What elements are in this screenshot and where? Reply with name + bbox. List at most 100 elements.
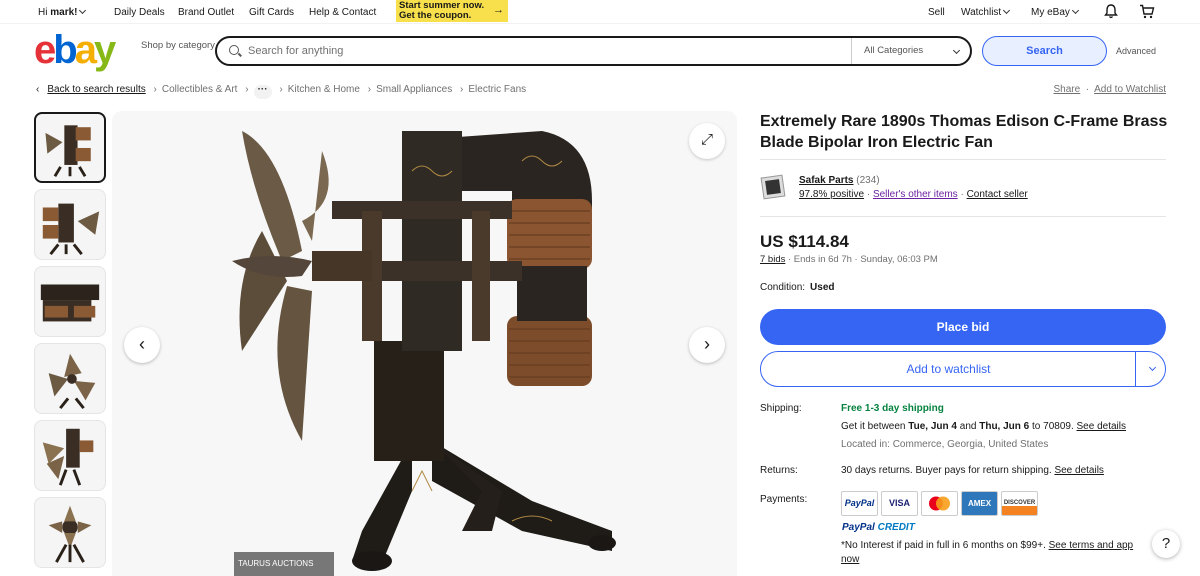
brand-outlet-link[interactable]: Brand Outlet — [178, 7, 234, 18]
returns-details-link[interactable]: See details — [1054, 465, 1103, 476]
seller-feedback-count: (234) — [856, 175, 880, 186]
delivery-start: Tue, Jun 4 — [908, 421, 957, 432]
seller-name-link[interactable]: Safak Parts — [799, 175, 853, 186]
shipping-label: Shipping: — [760, 403, 802, 414]
paypal-icon: PayPal — [841, 491, 878, 516]
breadcrumb-more-button[interactable]: ··· — [253, 85, 272, 99]
breadcrumb-separator: › — [245, 84, 249, 95]
back-to-results-link[interactable]: Back to search results — [47, 84, 145, 95]
shipping-details-link[interactable]: See details — [1077, 421, 1126, 432]
fan-photo — [112, 111, 737, 576]
listing-title: Extremely Rare 1890s Thomas Edison C-Fra… — [760, 113, 1168, 151]
chevron-left-icon[interactable]: ‹ — [36, 84, 39, 95]
breadcrumb-item[interactable]: Electric Fans — [468, 84, 526, 95]
thumbnail-image[interactable] — [34, 497, 106, 568]
separator-dot: · — [866, 189, 871, 200]
bids-link[interactable]: 7 bids — [760, 254, 785, 265]
previous-image-button[interactable]: ‹ — [124, 327, 160, 363]
user-greeting[interactable]: Hi mark! — [38, 6, 87, 18]
seller-info: Safak Parts (234) — [799, 175, 880, 186]
promo-banner[interactable]: Start summer now. Get the coupon. → — [396, 0, 508, 22]
cart-icon[interactable] — [1139, 4, 1155, 19]
returns-label: Returns: — [760, 465, 798, 476]
greeting-prefix: Hi — [38, 7, 48, 18]
arrow-right-icon: → — [493, 4, 504, 16]
next-image-button[interactable]: › — [689, 327, 725, 363]
breadcrumb-item[interactable]: Collectibles & Art — [162, 84, 238, 95]
breadcrumb-separator: › — [460, 84, 464, 95]
promo-line-2: Get the coupon. — [399, 10, 472, 21]
seller-positive-link[interactable]: 97.8% positive — [799, 189, 864, 200]
my-ebay-menu[interactable]: My eBay — [1031, 6, 1079, 18]
ebay-logo[interactable]: ebay — [34, 28, 116, 72]
search-button[interactable]: Search — [982, 36, 1107, 66]
shop-by-category[interactable]: Shop by category — [141, 40, 215, 51]
logo-letter-e: e — [34, 28, 56, 72]
search-icon — [229, 45, 239, 55]
chevron-down-icon[interactable] — [1148, 363, 1157, 372]
expand-icon[interactable]: ⤢ — [689, 123, 725, 159]
add-to-watchlist-button[interactable]: Add to watchlist — [760, 351, 1166, 387]
apply-now-link[interactable]: now — [841, 554, 859, 565]
help-contact-link[interactable]: Help & Contact — [309, 7, 376, 18]
delivery-zip: to 70809. — [1032, 421, 1074, 432]
condition: Condition: Used — [760, 282, 834, 293]
bell-icon[interactable] — [1104, 4, 1118, 19]
mastercard-icon — [921, 491, 958, 516]
watchlist-menu[interactable]: Watchlist — [961, 6, 1011, 18]
sellers-other-items-link[interactable]: Seller's other items — [873, 189, 958, 200]
thumbnail-image[interactable] — [34, 189, 106, 260]
thumbnail-image[interactable] — [34, 420, 106, 491]
chevron-down-icon — [1071, 6, 1079, 15]
financing-note-line2: now — [841, 554, 859, 565]
returns-policy: 30 days returns. Buyer pays for return s… — [841, 465, 1104, 476]
shop-by-category-label: Shop by category — [141, 40, 215, 51]
main-product-image[interactable]: ‹ › ⤢ TAURUS AUCTIONS — [112, 111, 737, 576]
divider — [760, 159, 1166, 160]
share-links: Share · Add to Watchlist — [1053, 84, 1166, 95]
delivery-and: and — [959, 421, 977, 432]
category-select-label: All Categories — [864, 45, 924, 56]
delivery-end: Thu, Jun 6 — [979, 421, 1030, 432]
payments-label: Payments: — [760, 494, 808, 505]
breadcrumb: ‹ Back to search results › Collectibles & … — [36, 84, 526, 99]
current-price: US $114.84 — [760, 232, 849, 251]
breadcrumb-item[interactable]: Small Appliances — [376, 84, 452, 95]
add-to-watchlist-label: Add to watchlist — [906, 362, 991, 376]
free-shipping: Free 1-3 day shipping — [841, 403, 944, 414]
thumbnail-image[interactable] — [34, 266, 106, 337]
sell-link[interactable]: Sell — [928, 7, 945, 18]
breadcrumb-separator: › — [279, 84, 283, 95]
separator-dot: · — [960, 189, 964, 200]
logo-letter-a: a — [74, 28, 97, 72]
delivery-prefix: Get it between — [841, 421, 906, 432]
breadcrumb-item[interactable]: Kitchen & Home — [288, 84, 360, 95]
daily-deals-link[interactable]: Daily Deals — [114, 7, 165, 18]
search-input[interactable]: Search for anything — [248, 45, 343, 57]
place-bid-button[interactable]: Place bid — [760, 309, 1166, 345]
logo-letter-b: b — [53, 28, 78, 72]
contact-seller-link[interactable]: Contact seller — [967, 189, 1028, 200]
button-divider — [1135, 352, 1136, 386]
thumbnail-image[interactable] — [34, 112, 106, 183]
search-bar[interactable]: Search for anything All Categories — [215, 36, 972, 66]
auction-end-time: · Ends in 6d 7h · Sunday, 06:03 PM — [788, 254, 938, 265]
gift-cards-link[interactable]: Gift Cards — [249, 7, 294, 18]
financing-note: *No Interest if paid in full in 6 months… — [841, 540, 1133, 551]
amex-icon: AMEX — [961, 491, 998, 516]
visa-icon: VISA — [881, 491, 918, 516]
see-terms-link[interactable]: See terms and app — [1049, 540, 1134, 551]
logo-letter-y: y — [93, 28, 116, 72]
advanced-search-link[interactable]: Advanced — [1116, 46, 1156, 56]
add-to-watchlist-link[interactable]: Add to Watchlist — [1094, 84, 1166, 95]
share-link[interactable]: Share — [1054, 84, 1081, 95]
delivery-estimate: Get it between Tue, Jun 4 and Thu, Jun 6… — [841, 421, 1126, 432]
top-bar: Hi mark! Daily Deals Brand Outlet Gift C… — [0, 0, 1200, 24]
watermark-logo: TAURUS AUCTIONS — [234, 552, 334, 576]
help-button[interactable]: ? — [1152, 530, 1180, 558]
thumbnail-image[interactable] — [34, 343, 106, 414]
my-ebay-label: My eBay — [1031, 7, 1070, 18]
category-select[interactable]: All Categories — [851, 38, 971, 64]
seller-avatar[interactable] — [760, 174, 786, 200]
paypal-credit-word-b: CREDIT — [877, 522, 915, 533]
